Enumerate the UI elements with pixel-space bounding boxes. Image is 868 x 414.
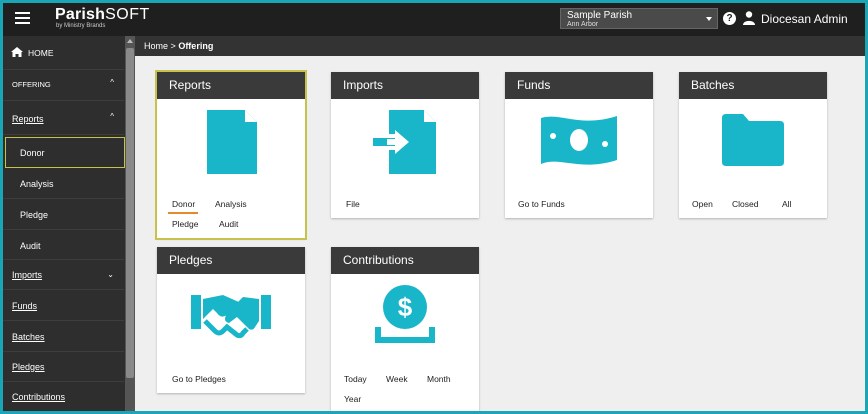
- svg-text:$: $: [398, 292, 413, 322]
- fund-link-go-to-funds[interactable]: Go to Funds: [518, 199, 565, 209]
- sidebar-item-contributions[interactable]: Contributions: [3, 382, 124, 411]
- app-frame: ParishSOFT by Ministry Brands Sample Par…: [3, 3, 865, 411]
- contribution-link-year[interactable]: Year: [344, 394, 361, 404]
- contribution-link-week[interactable]: Week: [386, 374, 408, 384]
- file-import-icon: [373, 110, 436, 174]
- hamburger-menu-icon[interactable]: [15, 12, 30, 25]
- sidebar-analysis-label: Analysis: [20, 179, 54, 189]
- chevron-down-icon: ⌄: [107, 270, 114, 279]
- sidebar-pledge-label: Pledge: [20, 210, 49, 220]
- sidebar-item-batches[interactable]: Batches: [3, 321, 124, 352]
- report-link-pledge[interactable]: Pledge: [172, 219, 198, 229]
- sidebar-imports-label: Imports: [12, 270, 43, 280]
- sidebar-audit-label: Audit: [20, 241, 41, 251]
- logo-soft-text: SOFT: [105, 6, 150, 23]
- sidebar-home-label: HOME: [28, 48, 54, 58]
- chevron-up-icon: ^: [110, 112, 114, 121]
- sidebar-subitem-audit[interactable]: Audit: [3, 230, 124, 260]
- sidebar-subitem-analysis[interactable]: Analysis: [3, 168, 124, 199]
- sidebar-pledges-label: Pledges: [12, 362, 45, 372]
- folder-icon: [722, 114, 784, 166]
- sidebar-offering-label: OFFERING: [12, 80, 51, 89]
- card-reports-title: Reports: [157, 72, 305, 99]
- selected-item-outline: [5, 137, 125, 168]
- sidebar-item-offering[interactable]: OFFERING ^: [3, 70, 124, 101]
- sidebar-item-pledges[interactable]: Pledges: [3, 352, 124, 382]
- user-menu-name[interactable]: Diocesan Admin: [761, 12, 848, 26]
- report-link-analysis[interactable]: Analysis: [215, 199, 247, 209]
- breadcrumb-separator: >: [170, 41, 176, 51]
- breadcrumb: Home > Offering: [135, 36, 865, 56]
- parish-name: Sample Parish: [567, 10, 633, 21]
- import-link-file[interactable]: File: [346, 199, 360, 209]
- user-icon[interactable]: [743, 11, 755, 25]
- card-pledges[interactable]: Pledges Go to Pledges: [157, 247, 305, 393]
- sidebar-subitem-pledge[interactable]: Pledge: [3, 199, 124, 230]
- card-imports-title: Imports: [331, 72, 479, 99]
- report-link-audit[interactable]: Audit: [219, 219, 238, 229]
- sidebar-item-imports[interactable]: Imports ⌄: [3, 260, 124, 290]
- help-icon[interactable]: ?: [723, 12, 736, 25]
- sidebar: HOME OFFERING ^ Reports ^ Donor Analysis…: [3, 36, 135, 411]
- batch-link-all[interactable]: All: [782, 199, 791, 209]
- sidebar-contributions-label: Contributions: [12, 392, 66, 402]
- caret-down-icon: [706, 17, 712, 21]
- coin-donation-icon: $: [375, 285, 435, 343]
- home-icon: [11, 47, 23, 57]
- document-icon: [207, 110, 257, 174]
- breadcrumb-current: Offering: [178, 41, 214, 51]
- batch-link-open[interactable]: Open: [692, 199, 713, 209]
- breadcrumb-home[interactable]: Home: [144, 41, 168, 51]
- chevron-up-icon: ^: [110, 78, 114, 87]
- report-link-donor[interactable]: Donor: [172, 199, 195, 209]
- parishsoft-logo[interactable]: ParishSOFT by Ministry Brands: [55, 6, 150, 30]
- batch-link-closed[interactable]: Closed: [732, 199, 758, 209]
- card-contributions-title: Contributions: [331, 247, 479, 274]
- parish-location: Ann Arbor: [567, 21, 599, 28]
- sidebar-reports-label: Reports: [12, 114, 44, 124]
- sidebar-batches-label: Batches: [12, 332, 45, 342]
- top-bar: ParishSOFT by Ministry Brands Sample Par…: [3, 3, 865, 36]
- card-contributions[interactable]: Contributions $ Today Week Month Year: [331, 247, 479, 411]
- card-batches[interactable]: Batches Open Closed All: [679, 72, 827, 218]
- card-imports[interactable]: Imports File: [331, 72, 479, 218]
- sidebar-item-home[interactable]: HOME: [3, 36, 124, 70]
- sidebar-item-funds[interactable]: Funds: [3, 290, 124, 321]
- sidebar-scrollbar[interactable]: [125, 36, 135, 411]
- sidebar-item-reports[interactable]: Reports ^: [3, 101, 124, 135]
- card-batches-title: Batches: [679, 72, 827, 99]
- scrollbar-thumb[interactable]: [126, 48, 134, 378]
- card-funds[interactable]: Funds Go to Funds: [505, 72, 653, 218]
- card-funds-title: Funds: [505, 72, 653, 99]
- selected-tab-underline: [168, 212, 198, 214]
- contribution-link-month[interactable]: Month: [427, 374, 451, 384]
- card-pledges-title: Pledges: [157, 247, 305, 274]
- pledge-link-go-to-pledges[interactable]: Go to Pledges: [172, 374, 226, 384]
- parish-selector[interactable]: Sample Parish Ann Arbor: [560, 8, 718, 29]
- card-reports[interactable]: Reports Donor Analysis Pledge Audit: [155, 70, 307, 240]
- logo-main-text: Parish: [55, 6, 106, 23]
- money-icon: [541, 116, 617, 165]
- handshake-icon: [191, 295, 271, 339]
- contribution-link-today[interactable]: Today: [344, 374, 367, 384]
- scroll-up-arrow-icon[interactable]: [127, 39, 133, 43]
- logo-subtitle: by Ministry Brands: [56, 23, 106, 29]
- sidebar-funds-label: Funds: [12, 301, 38, 311]
